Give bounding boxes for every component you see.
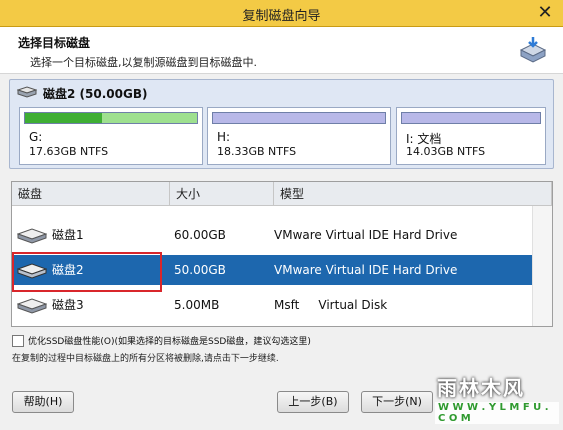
partition-info: 14.03GB NTFS	[406, 145, 486, 158]
table-row[interactable]: 磁盘2 50.00GB VMware Virtual IDE Hard Driv…	[12, 255, 532, 285]
hard-disk-icon	[16, 263, 48, 282]
disk-model: Msft Virtual Disk	[274, 298, 388, 312]
back-button[interactable]: 上一步(B)	[277, 391, 349, 413]
partition-usage-fill	[25, 113, 103, 123]
watermark-url: W W W . Y L M F U . C O M	[435, 402, 559, 424]
partition-h[interactable]: H: 18.33GB NTFS	[207, 107, 391, 165]
window-title: 复制磁盘向导	[242, 9, 321, 24]
watermark-logo: 雨林木风 W W W . Y L M F U . C O M	[431, 372, 559, 424]
disk-panel-title: 磁盘2 (50.00GB)	[43, 86, 148, 101]
partition-info: 18.33GB NTFS	[217, 145, 297, 158]
disk-panel-header: 磁盘2 (50.00GB)	[16, 84, 148, 102]
ssd-optimize-label: 优化SSD磁盘性能(O)(如果选择的目标磁盘是SSD磁盘，建议勾选这里)	[28, 337, 311, 347]
table-row[interactable]: 磁盘1 60.00GB VMware Virtual IDE Hard Driv…	[12, 220, 532, 250]
disk-name: 磁盘1	[52, 228, 84, 242]
help-button[interactable]: 帮助(H)	[12, 391, 74, 413]
next-button[interactable]: 下一步(N)	[361, 391, 433, 413]
hard-disk-icon	[16, 85, 38, 101]
disk-size: 60.00GB	[174, 228, 226, 242]
disk-size: 50.00GB	[174, 263, 226, 277]
partition-label: H:	[217, 130, 231, 144]
disk-model: VMware Virtual IDE Hard Drive	[274, 263, 458, 277]
disk-size: 5.00MB	[174, 298, 220, 312]
warning-note: 在复制的过程中目标磁盘上的所有分区将被删除,请点击下一步继续.	[12, 354, 279, 364]
disk-name: 磁盘3	[52, 298, 84, 312]
partition-label: G:	[29, 130, 43, 144]
partition-g[interactable]: G: 17.63GB NTFS	[19, 107, 203, 165]
partition-i[interactable]: I: 文档 14.03GB NTFS	[396, 107, 546, 165]
watermark-text: 雨林木风	[437, 376, 525, 400]
column-header-model[interactable]: 模型	[274, 182, 552, 206]
title-bar: 复制磁盘向导 ✕	[0, 0, 563, 27]
partition-usage-bar	[212, 112, 386, 124]
wizard-header: 选择目标磁盘 选择一个目标磁盘,以复制源磁盘到目标磁盘中.	[0, 27, 563, 74]
disk-name: 磁盘2	[52, 263, 84, 277]
page-subtitle: 选择一个目标磁盘,以复制源磁盘到目标磁盘中.	[30, 56, 257, 69]
table-row[interactable]: 磁盘3 5.00MB Msft Virtual Disk	[12, 290, 532, 320]
partition-info: 17.63GB NTFS	[29, 145, 109, 158]
hard-disk-icon	[16, 298, 48, 317]
hard-disk-icon	[16, 228, 48, 247]
table-header: 磁盘 大小 模型	[12, 182, 552, 206]
page-title: 选择目标磁盘	[18, 36, 91, 50]
column-header-size[interactable]: 大小	[170, 182, 274, 206]
ssd-optimize-checkbox[interactable]	[12, 334, 24, 347]
table-scrollbar[interactable]	[532, 206, 552, 326]
partition-usage-bar	[401, 112, 541, 124]
disk-model: VMware Virtual IDE Hard Drive	[274, 228, 458, 242]
disk-table: 磁盘 大小 模型 磁盘1 60.00GB VMware Virtual IDE …	[11, 181, 553, 327]
ssd-optimize-option[interactable]: 优化SSD磁盘性能(O)(如果选择的目标磁盘是SSD磁盘，建议勾选这里)	[12, 334, 311, 347]
partition-usage-bar	[24, 112, 198, 124]
close-button[interactable]: ✕	[532, 3, 558, 23]
disk-copy-icon	[517, 36, 549, 69]
column-header-disk[interactable]: 磁盘	[12, 182, 170, 206]
target-disk-panel: 磁盘2 (50.00GB) G: 17.63GB NTFS H: 18.33GB…	[9, 79, 554, 169]
